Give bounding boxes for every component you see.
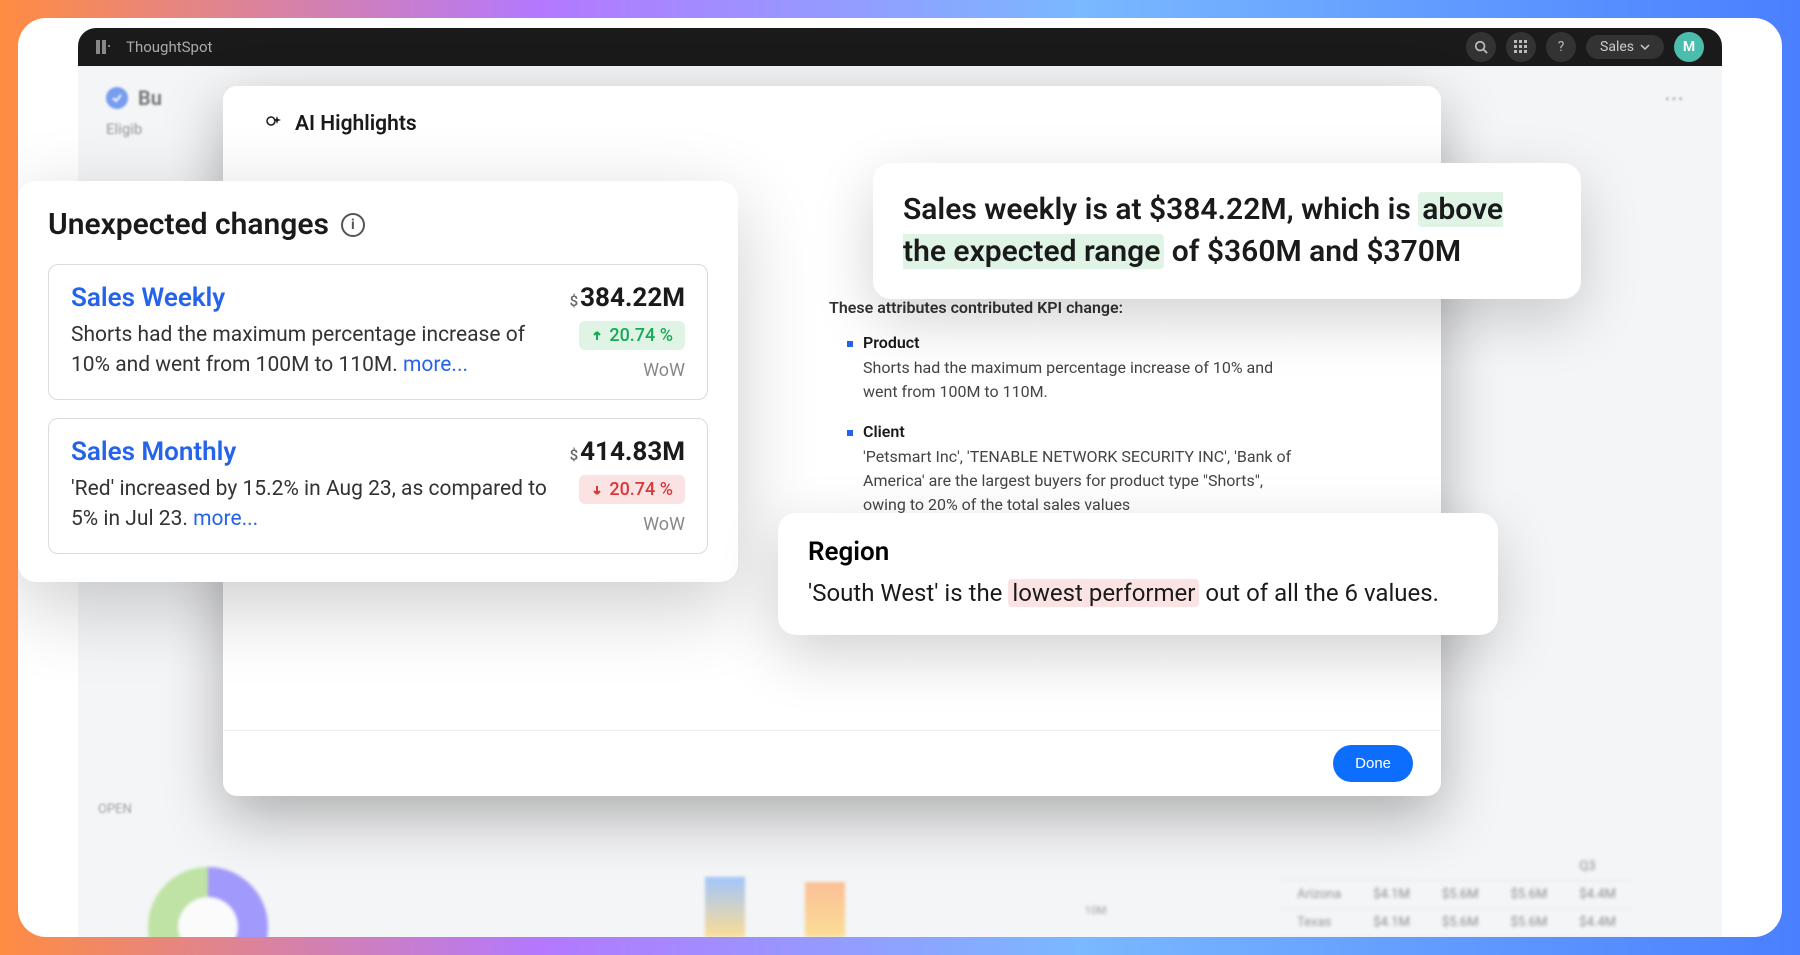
bullet-icon [847, 341, 853, 347]
region-card: Region 'South West' is the lowest perfor… [778, 513, 1498, 635]
verified-badge-icon [106, 87, 128, 109]
bullet-icon [847, 430, 853, 436]
workspace-dropdown[interactable]: Sales [1586, 35, 1664, 59]
background-label: OPEN [98, 802, 132, 817]
background-dashboard: 10M Q3 Arizona$4.1M$5.6M$5.6M$4.4M Texas… [138, 847, 1662, 937]
sparkle-icon [263, 114, 283, 134]
background-table: Q3 Arizona$4.1M$5.6M$5.6M$4.4M Texas$4.1… [1281, 853, 1632, 937]
period-label: WoW [579, 514, 685, 535]
change-card-sales-weekly[interactable]: Sales Weekly $384.22M Shorts had the max… [48, 264, 708, 400]
headline-card: Sales weekly is at $384.22M, which is ab… [873, 163, 1581, 299]
table-row: Texas$4.1M$5.6M$5.6M$4.4M [1281, 909, 1632, 937]
highlight-negative: lowest performer [1008, 579, 1199, 607]
period-label: WoW [579, 360, 685, 381]
kpi-caption: These attributes contributed KPI change: [829, 298, 1385, 317]
info-icon[interactable]: i [341, 213, 365, 237]
kpi-item-product: Product Shorts had the maximum percentag… [847, 333, 1385, 404]
metric-name: Sales Monthly [71, 437, 236, 467]
search-icon[interactable] [1466, 32, 1496, 62]
table-row: Arizona$4.1M$5.6M$5.6M$4.4M [1281, 881, 1632, 909]
arrow-down-icon [591, 484, 603, 496]
metric-value: $414.83M [570, 437, 685, 467]
page-title-fragment: Bu [138, 86, 162, 110]
more-link[interactable]: more... [403, 353, 468, 377]
metric-description: Shorts had the maximum percentage increa… [71, 321, 559, 381]
brand-logo-icon [96, 38, 114, 56]
metric-value: $384.22M [570, 283, 685, 313]
metric-name: Sales Weekly [71, 283, 225, 313]
more-menu-button[interactable]: ⋯ [1654, 82, 1694, 114]
more-link[interactable]: more... [193, 507, 258, 531]
brand-name: ThoughtSpot [126, 38, 212, 56]
donut-chart-icon [148, 867, 268, 937]
delta-badge-down: 20.74 % [579, 475, 685, 504]
region-text: 'South West' is the lowest performer out… [808, 579, 1468, 607]
chevron-down-icon [1640, 42, 1650, 52]
done-button[interactable]: Done [1333, 745, 1413, 782]
delta-badge-up: 20.74 % [579, 321, 685, 350]
app-header: ThoughtSpot ? Sales M [78, 28, 1722, 66]
help-icon[interactable]: ? [1546, 32, 1576, 62]
unexpected-changes-panel: Unexpected changes i Sales Weekly $384.2… [18, 181, 738, 582]
kpi-item-client: Client 'Petsmart Inc', 'TENABLE NETWORK … [847, 422, 1385, 517]
change-card-sales-monthly[interactable]: Sales Monthly $414.83M 'Red' increased b… [48, 418, 708, 554]
arrow-up-icon [591, 330, 603, 342]
section-title: Unexpected changes [48, 207, 329, 242]
region-title: Region [808, 537, 1468, 567]
modal-title: AI Highlights [295, 112, 417, 136]
apps-grid-icon[interactable] [1506, 32, 1536, 62]
avatar[interactable]: M [1674, 32, 1704, 62]
metric-description: 'Red' increased by 15.2% in Aug 23, as c… [71, 475, 559, 535]
